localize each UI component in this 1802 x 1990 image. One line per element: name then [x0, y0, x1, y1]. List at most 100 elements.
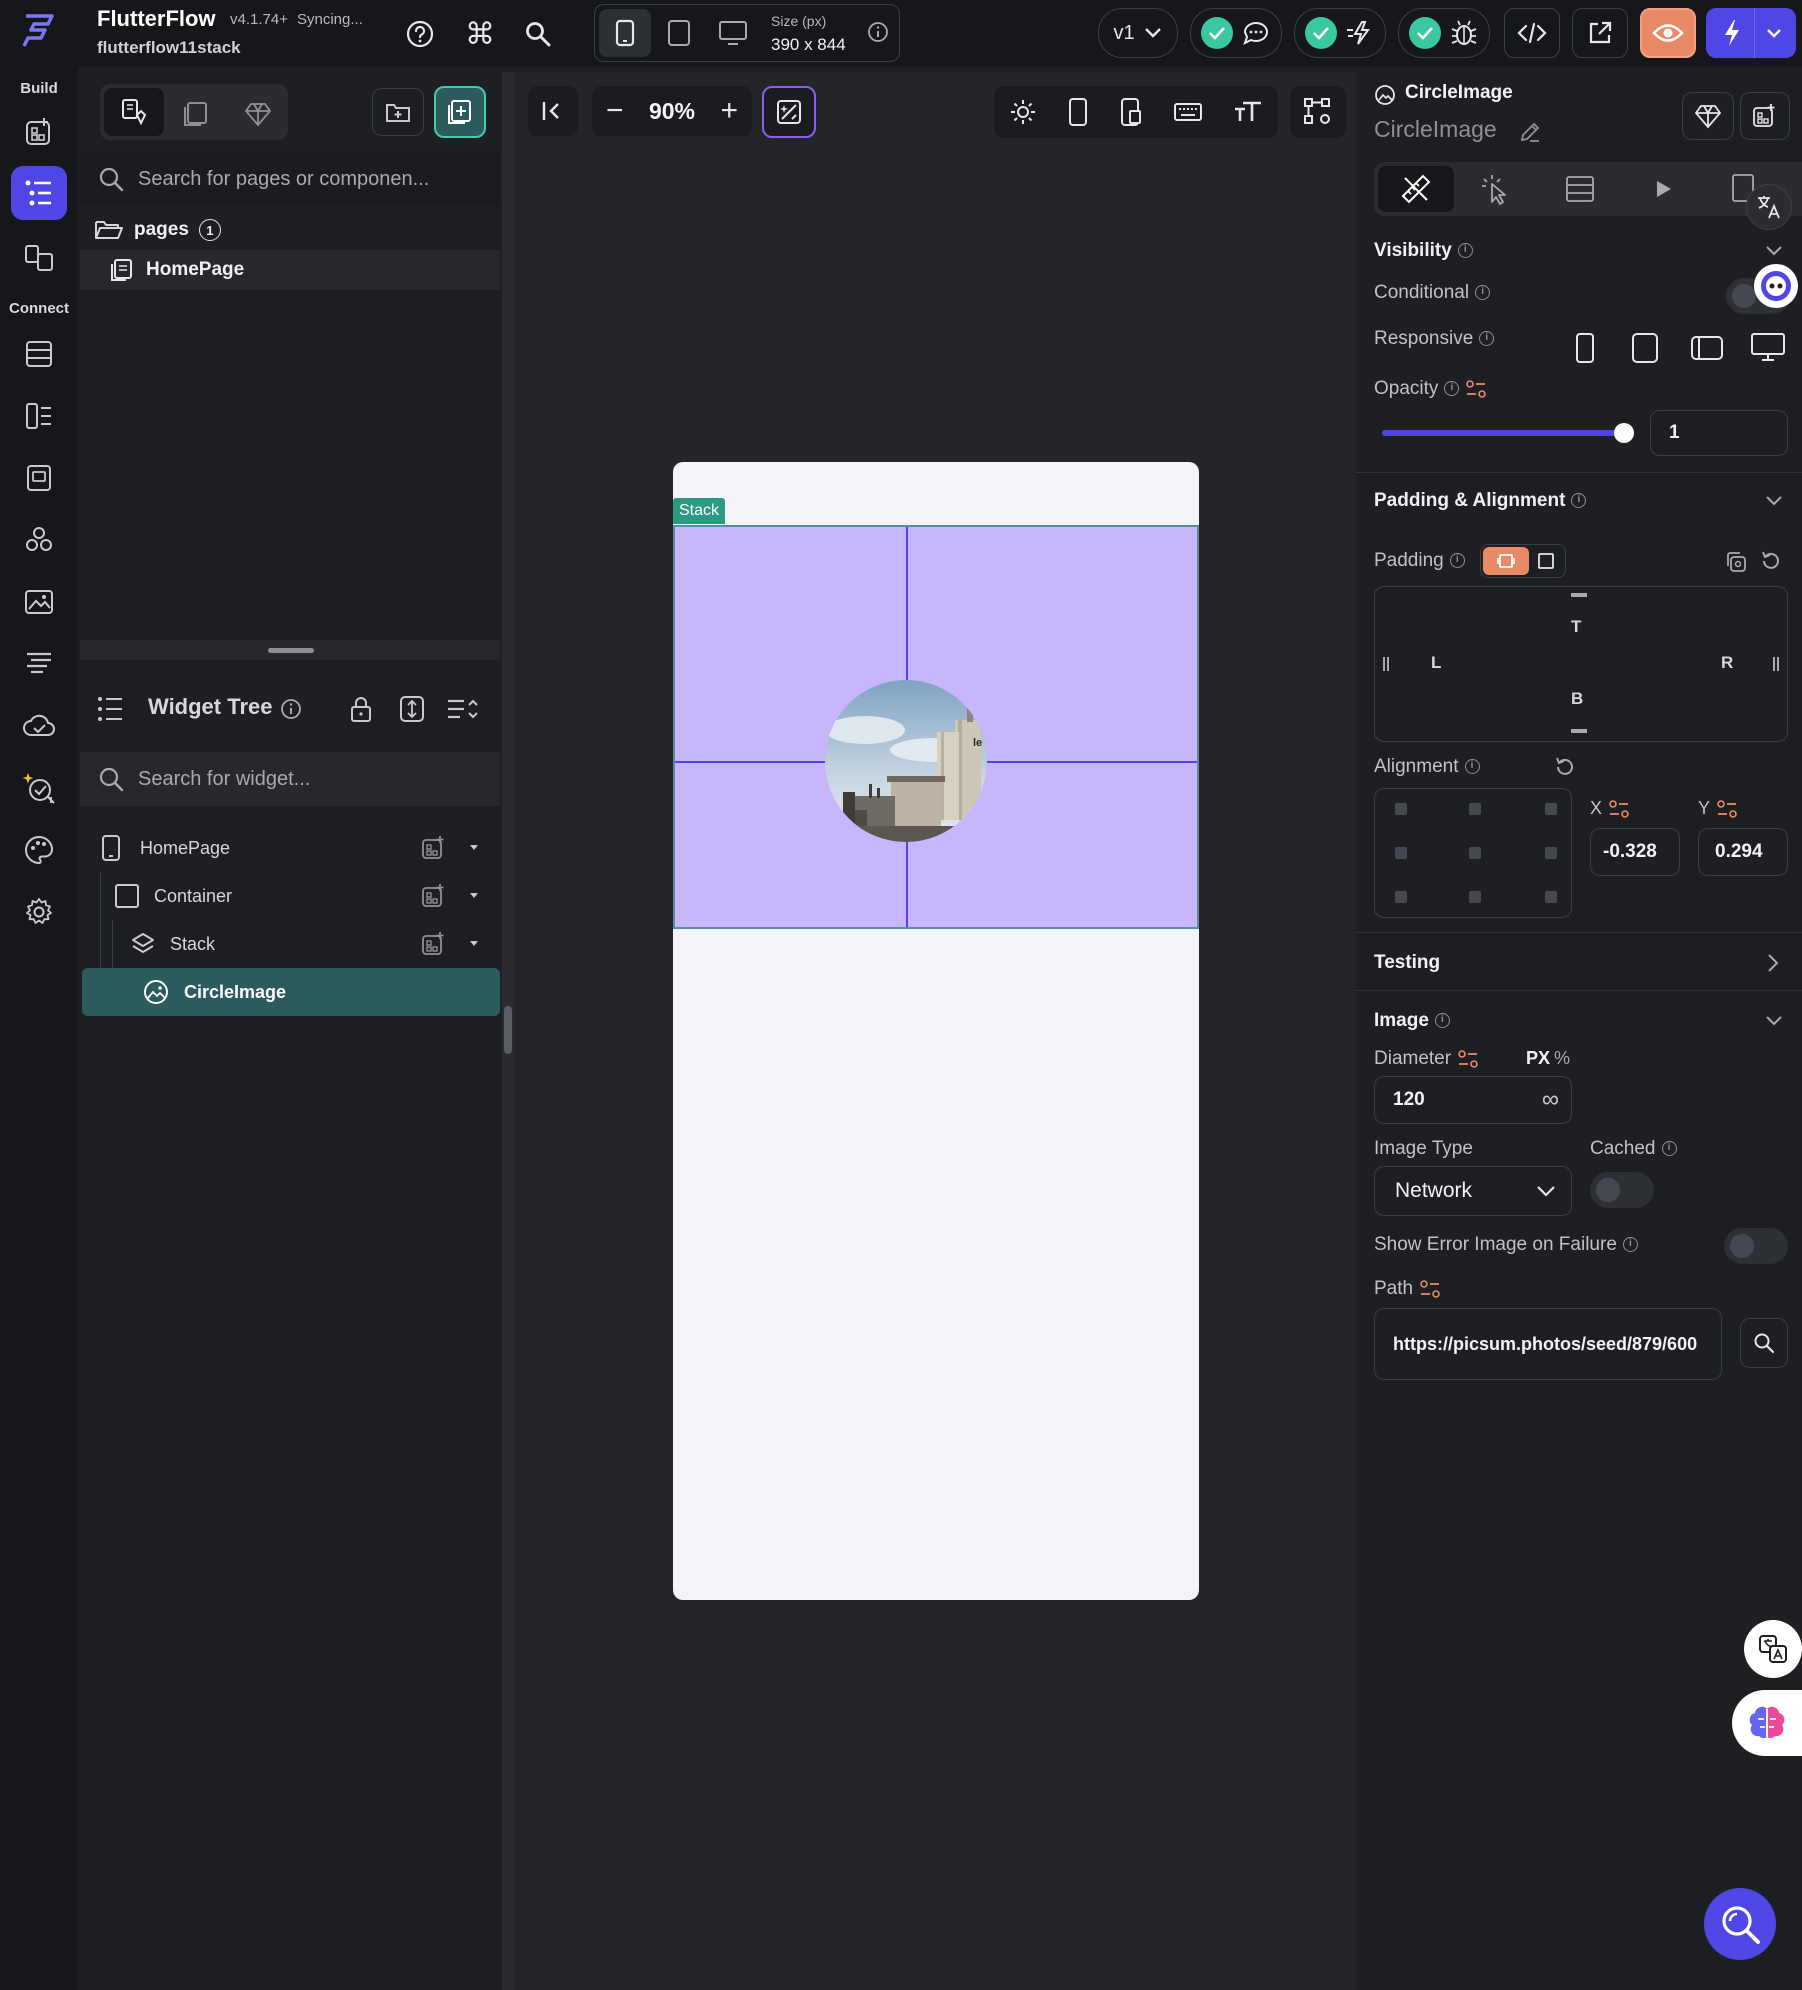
responsive-tablet-landscape-icon[interactable] — [1690, 334, 1724, 362]
align-center-left[interactable] — [1395, 847, 1407, 859]
add-child-icon[interactable] — [420, 834, 448, 862]
responsive-tablet-icon[interactable] — [1630, 332, 1660, 364]
page-item-homepage[interactable]: HomePage — [80, 250, 500, 290]
safe-area-icon[interactable] — [1119, 97, 1143, 127]
info-icon[interactable]: i — [1622, 1237, 1638, 1253]
reset-alignment-icon[interactable] — [1554, 756, 1576, 778]
caret-down-icon[interactable] — [468, 890, 480, 900]
code-view-icon[interactable] — [1504, 8, 1560, 58]
responsive-desktop-icon[interactable] — [1750, 332, 1786, 362]
info-icon[interactable]: i — [1661, 1141, 1677, 1157]
tablet-device-icon[interactable] — [659, 15, 699, 51]
browse-image-search-icon[interactable] — [1740, 1318, 1788, 1368]
tab-animations[interactable] — [1652, 178, 1674, 200]
align-center-right[interactable] — [1545, 847, 1557, 859]
tab-marketplace[interactable] — [238, 96, 278, 132]
zoom-in-button[interactable]: + — [720, 96, 738, 126]
stack-widget[interactable]: le — [673, 525, 1199, 929]
help-icon[interactable] — [400, 14, 440, 54]
caret-down-icon[interactable] — [468, 842, 480, 852]
scrollbar-thumb[interactable] — [504, 1006, 512, 1054]
add-widget-icon[interactable] — [19, 112, 59, 152]
reset-icon[interactable] — [1760, 550, 1782, 572]
pages-folder[interactable]: pages 1 — [80, 210, 500, 250]
help-search-icon[interactable] — [1704, 1888, 1776, 1960]
save-to-library-icon[interactable] — [1682, 92, 1734, 140]
command-palette-icon[interactable]: ⌘ — [460, 14, 500, 54]
open-external-icon[interactable] — [1572, 8, 1628, 58]
phone-frame-icon[interactable] — [1067, 97, 1089, 127]
debug-status-button[interactable] — [1398, 8, 1490, 58]
padding-individual-icon[interactable] — [1483, 547, 1529, 575]
align-top-right[interactable] — [1545, 803, 1557, 815]
run-button[interactable] — [1706, 8, 1796, 58]
tab-backend-query[interactable] — [1564, 174, 1596, 204]
unit-percent-toggle[interactable]: % — [1554, 1048, 1570, 1069]
size-value[interactable]: 390 x 844 — [771, 35, 846, 55]
diameter-input[interactable]: 120 ∞ — [1374, 1076, 1572, 1124]
widget-tree-info-icon[interactable] — [280, 698, 302, 720]
cached-toggle[interactable] — [1590, 1172, 1654, 1208]
copy-icon[interactable] — [1724, 550, 1748, 574]
keyboard-icon[interactable] — [1173, 101, 1203, 123]
set-variable-icon[interactable] — [1608, 799, 1630, 819]
expand-collapse-icon[interactable] — [398, 694, 426, 724]
unit-px-toggle[interactable]: PX — [1526, 1048, 1550, 1069]
add-page-icon[interactable] — [434, 86, 486, 138]
opacity-slider-track[interactable] — [1382, 423, 1634, 443]
path-input[interactable]: https://picsum.photos/seed/879/600 — [1374, 1308, 1722, 1380]
widget-search[interactable]: Search for widget... — [80, 752, 500, 806]
info-icon[interactable]: i — [1475, 285, 1491, 301]
light-mode-icon[interactable] — [1009, 98, 1037, 126]
wrap-widget-icon[interactable] — [1740, 92, 1790, 140]
add-child-icon[interactable] — [420, 882, 448, 910]
align-top-left[interactable] — [1395, 803, 1407, 815]
chevron-down-icon[interactable] — [1765, 27, 1783, 39]
media-assets-icon[interactable] — [19, 582, 59, 622]
widget-tree-nav-icon[interactable] — [11, 166, 67, 220]
tab-actions[interactable] — [1478, 172, 1512, 206]
widget-search-input[interactable]: Search for widget... — [138, 768, 310, 791]
preview-eye-icon[interactable] — [1640, 8, 1696, 58]
image-type-select[interactable]: Network — [1374, 1166, 1572, 1216]
info-icon[interactable]: i — [1434, 1013, 1450, 1029]
testing-section-title[interactable]: Testing — [1374, 952, 1440, 974]
align-center[interactable] — [1469, 847, 1481, 859]
chevron-down-icon[interactable] — [1764, 244, 1784, 258]
assistant-bot-icon[interactable] — [1754, 264, 1798, 308]
branch-selector[interactable]: v1 — [1098, 8, 1178, 58]
theme-palette-icon[interactable] — [19, 830, 59, 870]
padding-right-label[interactable]: R — [1721, 653, 1733, 673]
padding-alignment-section-title[interactable]: Padding & Alignment i — [1374, 490, 1587, 512]
path-settings-icon[interactable] — [1290, 86, 1346, 138]
align-bottom-center[interactable] — [1469, 891, 1481, 903]
alignment-grid[interactable] — [1374, 788, 1572, 918]
padding-left-label[interactable]: L — [1431, 653, 1441, 673]
phone-device-icon[interactable] — [599, 9, 651, 57]
info-icon[interactable]: i — [1449, 553, 1465, 569]
custom-code-icon[interactable] — [19, 520, 59, 560]
selected-widget-name[interactable]: CircleImage — [1374, 116, 1497, 143]
edit-name-icon[interactable] — [1518, 120, 1542, 144]
tab-pages-components[interactable] — [104, 88, 164, 136]
tree-node-circleimage[interactable]: CircleImage — [82, 968, 500, 1016]
zoom-level[interactable]: 90% — [649, 98, 695, 125]
info-icon[interactable]: i — [1457, 243, 1473, 259]
collapse-panel-icon[interactable] — [528, 86, 578, 136]
padding-bottom-label[interactable]: B — [1571, 689, 1583, 709]
translate-icon[interactable] — [1746, 184, 1792, 230]
align-top-center[interactable] — [1469, 803, 1481, 815]
info-icon[interactable]: i — [1464, 759, 1480, 775]
search-icon[interactable] — [518, 14, 558, 54]
padding-bottom-handle[interactable] — [1571, 729, 1587, 733]
set-variable-icon[interactable] — [1716, 799, 1738, 819]
padding-top-label[interactable]: T — [1571, 617, 1581, 637]
padding-left-handle[interactable] — [1383, 657, 1389, 671]
flutterflow-logo-icon[interactable] — [18, 12, 60, 52]
data-types-icon[interactable] — [19, 396, 59, 436]
zoom-out-button[interactable]: − — [606, 96, 624, 126]
align-x-input[interactable]: -0.328 — [1590, 828, 1680, 876]
comments-status-button[interactable] — [1190, 8, 1282, 58]
splitter-handle[interactable] — [268, 648, 314, 653]
storyboard-icon[interactable] — [19, 238, 59, 278]
